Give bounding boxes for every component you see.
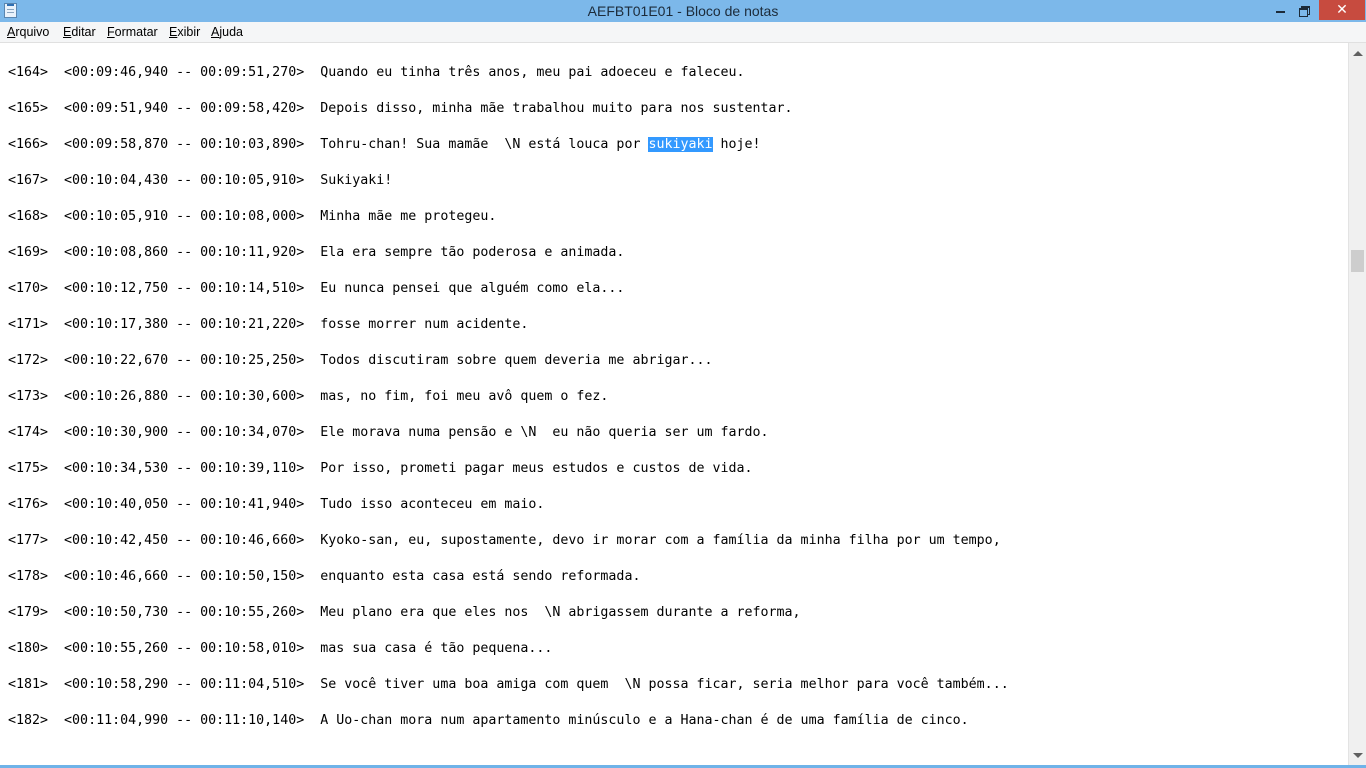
window-title: AEFBT01E01 - Bloco de notas	[587, 3, 779, 19]
line-timestamp: <00:10:50,730 -- 00:10:55,260>	[64, 605, 305, 620]
line-text: Meu plano era que eles nos \N abrigassem…	[320, 605, 801, 620]
line-timestamp: <00:10:05,910 -- 00:10:08,000>	[64, 209, 305, 224]
line-text: Se você tiver uma boa amiga com quem \N …	[320, 677, 1009, 692]
text-line[interactable]: <170> <00:10:12,750 -- 00:10:14,510> Eu …	[8, 280, 624, 298]
text-line[interactable]: <166> <00:09:58,870 -- 00:10:03,890> Toh…	[8, 136, 761, 154]
notepad-window: AEFBT01E01 - Bloco de notas ✕ Arquivo Ed…	[0, 0, 1366, 768]
text-line[interactable]: <172> <00:10:22,670 -- 00:10:25,250> Tod…	[8, 352, 713, 370]
line-timestamp: <00:09:58,870 -- 00:10:03,890>	[64, 137, 305, 152]
line-text: Depois disso, minha mãe trabalhou muito …	[320, 101, 793, 116]
line-number: <164>	[8, 65, 49, 80]
minimize-button[interactable]	[1270, 0, 1290, 20]
menu-editar[interactable]: Editar	[63, 25, 96, 39]
line-number: <178>	[8, 569, 49, 584]
text-line[interactable]: <164> <00:09:46,940 -- 00:09:51,270> Qua…	[8, 64, 745, 82]
line-text: hoje!	[712, 137, 761, 152]
text-line[interactable]: <177> <00:10:42,450 -- 00:10:46,660> Kyo…	[8, 532, 1001, 550]
text-line[interactable]: <171> <00:10:17,380 -- 00:10:21,220> fos…	[8, 316, 528, 334]
line-text: Minha mãe me protegeu.	[320, 209, 497, 224]
line-timestamp: <00:11:04,990 -- 00:11:10,140>	[64, 713, 305, 728]
text-line[interactable]: <165> <00:09:51,940 -- 00:09:58,420> Dep…	[8, 100, 793, 118]
line-timestamp: <00:09:51,940 -- 00:09:58,420>	[64, 101, 305, 116]
scroll-thumb[interactable]	[1351, 250, 1364, 272]
line-number: <181>	[8, 677, 49, 692]
line-timestamp: <00:10:17,380 -- 00:10:21,220>	[64, 317, 305, 332]
line-text: Por isso, prometi pagar meus estudos e c…	[320, 461, 753, 476]
line-timestamp: <00:10:04,430 -- 00:10:05,910>	[64, 173, 305, 188]
close-button[interactable]: ✕	[1319, 0, 1365, 20]
text-line[interactable]: <182> <00:11:04,990 -- 00:11:10,140> A U…	[8, 712, 969, 730]
text-line[interactable]: <181> <00:10:58,290 -- 00:11:04,510> Se …	[8, 676, 1009, 694]
line-text: mas, no fim, foi meu avô quem o fez.	[320, 389, 609, 404]
line-timestamp: <00:10:42,450 -- 00:10:46,660>	[64, 533, 305, 548]
menu-formatar[interactable]: Formatar	[107, 25, 158, 39]
line-number: <180>	[8, 641, 49, 656]
line-number: <176>	[8, 497, 49, 512]
line-text: Tohru-chan! Sua mamãe \N está louca por	[320, 137, 649, 152]
line-timestamp: <00:10:08,860 -- 00:10:11,920>	[64, 245, 305, 260]
line-text: fosse morrer num acidente.	[320, 317, 529, 332]
text-line[interactable]: <178> <00:10:46,660 -- 00:10:50,150> enq…	[8, 568, 640, 586]
line-timestamp: <00:10:26,880 -- 00:10:30,600>	[64, 389, 305, 404]
line-text: Kyoko-san, eu, supostamente, devo ir mor…	[320, 533, 1001, 548]
line-timestamp: <00:10:34,530 -- 00:10:39,110>	[64, 461, 305, 476]
selected-text: sukiyaki	[648, 137, 713, 152]
line-text: enquanto esta casa está sendo reformada.	[320, 569, 641, 584]
restore-button[interactable]	[1295, 0, 1315, 20]
line-timestamp: <00:10:12,750 -- 00:10:14,510>	[64, 281, 305, 296]
line-timestamp: <00:09:46,940 -- 00:09:51,270>	[64, 65, 305, 80]
menu-exibir[interactable]: Exibir	[169, 25, 200, 39]
line-number: <179>	[8, 605, 49, 620]
menu-bar: Arquivo Editar Formatar Exibir Ajuda	[0, 22, 1366, 43]
scroll-down-icon[interactable]	[1353, 753, 1363, 758]
vertical-scrollbar[interactable]	[1348, 43, 1366, 766]
line-number: <171>	[8, 317, 49, 332]
line-number: <175>	[8, 461, 49, 476]
line-text: mas sua casa é tão pequena...	[320, 641, 553, 656]
line-text: Tudo isso aconteceu em maio.	[320, 497, 545, 512]
line-number: <166>	[8, 137, 49, 152]
line-number: <169>	[8, 245, 49, 260]
line-text: A Uo-chan mora num apartamento minúsculo…	[320, 713, 969, 728]
scroll-up-icon[interactable]	[1353, 51, 1363, 56]
line-text: Todos discutiram sobre quem deveria me a…	[320, 353, 713, 368]
line-number: <165>	[8, 101, 49, 116]
text-line[interactable]: <167> <00:10:04,430 -- 00:10:05,910> Suk…	[8, 172, 392, 190]
menu-arquivo[interactable]: Arquivo	[7, 25, 49, 39]
text-line[interactable]: <173> <00:10:26,880 -- 00:10:30,600> mas…	[8, 388, 608, 406]
title-bar[interactable]: AEFBT01E01 - Bloco de notas ✕	[0, 0, 1366, 22]
text-line[interactable]: <175> <00:10:34,530 -- 00:10:39,110> Por…	[8, 460, 753, 478]
text-line[interactable]: <174> <00:10:30,900 -- 00:10:34,070> Ele…	[8, 424, 769, 442]
line-number: <172>	[8, 353, 49, 368]
text-line[interactable]: <169> <00:10:08,860 -- 00:10:11,920> Ela…	[8, 244, 624, 262]
line-number: <174>	[8, 425, 49, 440]
line-timestamp: <00:10:22,670 -- 00:10:25,250>	[64, 353, 305, 368]
line-number: <168>	[8, 209, 49, 224]
line-text: Ela era sempre tão poderosa e animada.	[320, 245, 625, 260]
line-text: Sukiyaki!	[320, 173, 393, 188]
text-editor[interactable]: <164> <00:09:46,940 -- 00:09:51,270> Qua…	[0, 43, 1348, 766]
line-text: Ele morava numa pensão e \N eu não queri…	[320, 425, 769, 440]
line-text: Quando eu tinha três anos, meu pai adoec…	[320, 65, 745, 80]
line-number: <167>	[8, 173, 49, 188]
text-line[interactable]: <179> <00:10:50,730 -- 00:10:55,260> Meu…	[8, 604, 801, 622]
line-timestamp: <00:10:58,290 -- 00:11:04,510>	[64, 677, 305, 692]
line-number: <173>	[8, 389, 49, 404]
line-number: <182>	[8, 713, 49, 728]
line-text: Eu nunca pensei que alguém como ela...	[320, 281, 625, 296]
line-number: <170>	[8, 281, 49, 296]
line-timestamp: <00:10:55,260 -- 00:10:58,010>	[64, 641, 305, 656]
text-line[interactable]: <180> <00:10:55,260 -- 00:10:58,010> mas…	[8, 640, 552, 658]
line-number: <177>	[8, 533, 49, 548]
line-timestamp: <00:10:46,660 -- 00:10:50,150>	[64, 569, 305, 584]
line-timestamp: <00:10:30,900 -- 00:10:34,070>	[64, 425, 305, 440]
line-timestamp: <00:10:40,050 -- 00:10:41,940>	[64, 497, 305, 512]
text-line[interactable]: <168> <00:10:05,910 -- 00:10:08,000> Min…	[8, 208, 496, 226]
text-line[interactable]: <176> <00:10:40,050 -- 00:10:41,940> Tud…	[8, 496, 544, 514]
menu-ajuda[interactable]: Ajuda	[211, 25, 243, 39]
